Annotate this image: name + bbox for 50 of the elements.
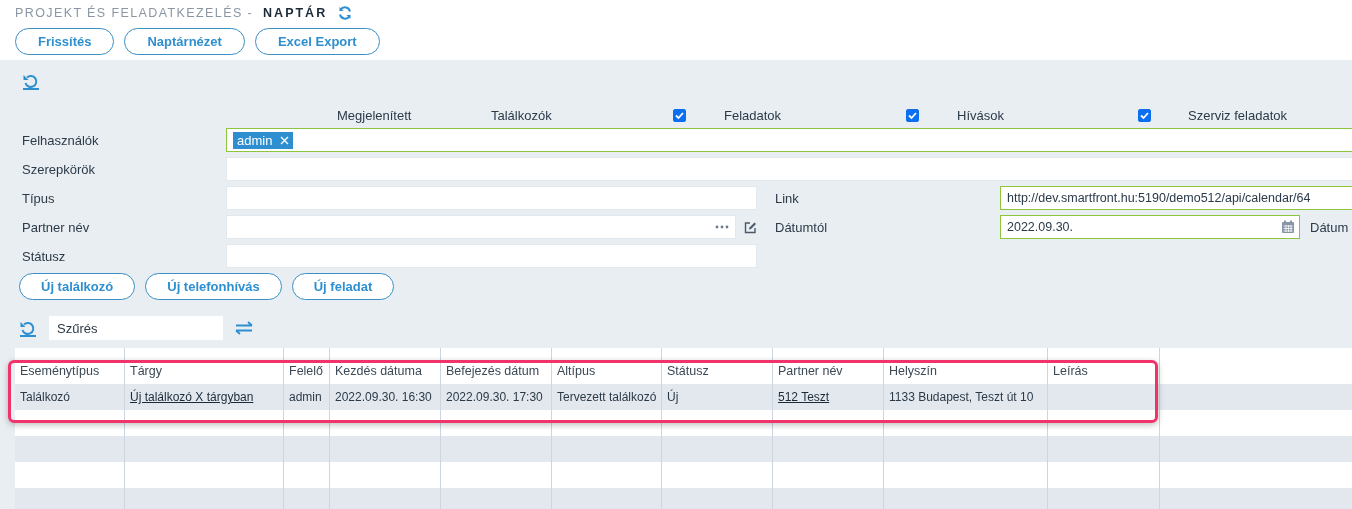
- visible-label: Megjelenített: [337, 107, 413, 123]
- more-icon[interactable]: [715, 225, 729, 229]
- toggle-label: Feladatok: [724, 107, 783, 123]
- table-cell: 2022.09.30. 16:30: [335, 390, 432, 404]
- refresh-icon[interactable]: [337, 5, 354, 21]
- field-label: Státusz: [22, 248, 67, 264]
- table-cell: 1133 Budapest, Teszt út 10: [889, 390, 1034, 404]
- checkbox[interactable]: [906, 108, 919, 122]
- filter-field[interactable]: Szűrés: [49, 316, 223, 340]
- checkbox[interactable]: [673, 108, 686, 122]
- calendar-icon[interactable]: [1281, 220, 1295, 234]
- toggle-label: Találkozók: [491, 107, 553, 123]
- page-title-prefix: PROJEKT ÉS FELADATKEZELÉS -: [15, 6, 254, 20]
- toolbar-button[interactable]: Excel Export: [254, 28, 380, 55]
- table-link[interactable]: 512 Teszt: [778, 390, 830, 404]
- table-link[interactable]: Új találkozó X tárgyban: [130, 390, 254, 404]
- link-field[interactable]: http://dev.smartfront.hu:5190/demo512/api/calendar/64: [1000, 186, 1352, 210]
- action-button[interactable]: Új telefonhívás: [145, 273, 282, 300]
- date-field[interactable]: 2022.09.30.: [1000, 215, 1300, 239]
- swap-icon[interactable]: [235, 321, 255, 335]
- status-field[interactable]: [226, 244, 757, 268]
- toggle-label: Szerviz feladatok: [1188, 107, 1288, 123]
- reset-icon[interactable]: [22, 72, 40, 90]
- field-label: Felhasználók: [22, 132, 100, 148]
- field-label: Szerepkörök: [22, 161, 96, 177]
- roles-field[interactable]: [226, 157, 1352, 181]
- table-cell: 2022.09.30. 17:30: [446, 390, 543, 404]
- table-cell: Tervezett találkozó: [557, 390, 657, 404]
- users-field[interactable]: admin: [226, 128, 1352, 152]
- field-label: Link: [775, 190, 800, 206]
- field-label: Típus: [22, 190, 56, 206]
- toggle-label: Hívások: [957, 107, 1005, 123]
- checkbox[interactable]: [1138, 108, 1151, 122]
- reset-icon[interactable]: [19, 319, 37, 337]
- partner-field[interactable]: [226, 215, 736, 239]
- edit-icon[interactable]: [744, 220, 757, 234]
- table-cell: Találkozó: [20, 390, 71, 404]
- toolbar-button[interactable]: Naptárnézet: [124, 28, 245, 55]
- table-cell: Új: [667, 390, 679, 404]
- field-label: Partner név: [22, 219, 91, 235]
- action-button[interactable]: Új találkozó: [19, 273, 136, 300]
- type-field[interactable]: [226, 186, 757, 210]
- user-tag: admin: [233, 131, 294, 149]
- table-cell: admin: [289, 390, 322, 404]
- field-label: Dátumtól: [775, 219, 829, 235]
- page-title: NAPTÁR: [263, 6, 328, 20]
- field-label: Dátum: [1310, 219, 1350, 235]
- remove-icon[interactable]: [280, 135, 290, 145]
- toolbar-button[interactable]: Frissítés: [15, 28, 115, 55]
- action-button[interactable]: Új feladat: [291, 273, 395, 300]
